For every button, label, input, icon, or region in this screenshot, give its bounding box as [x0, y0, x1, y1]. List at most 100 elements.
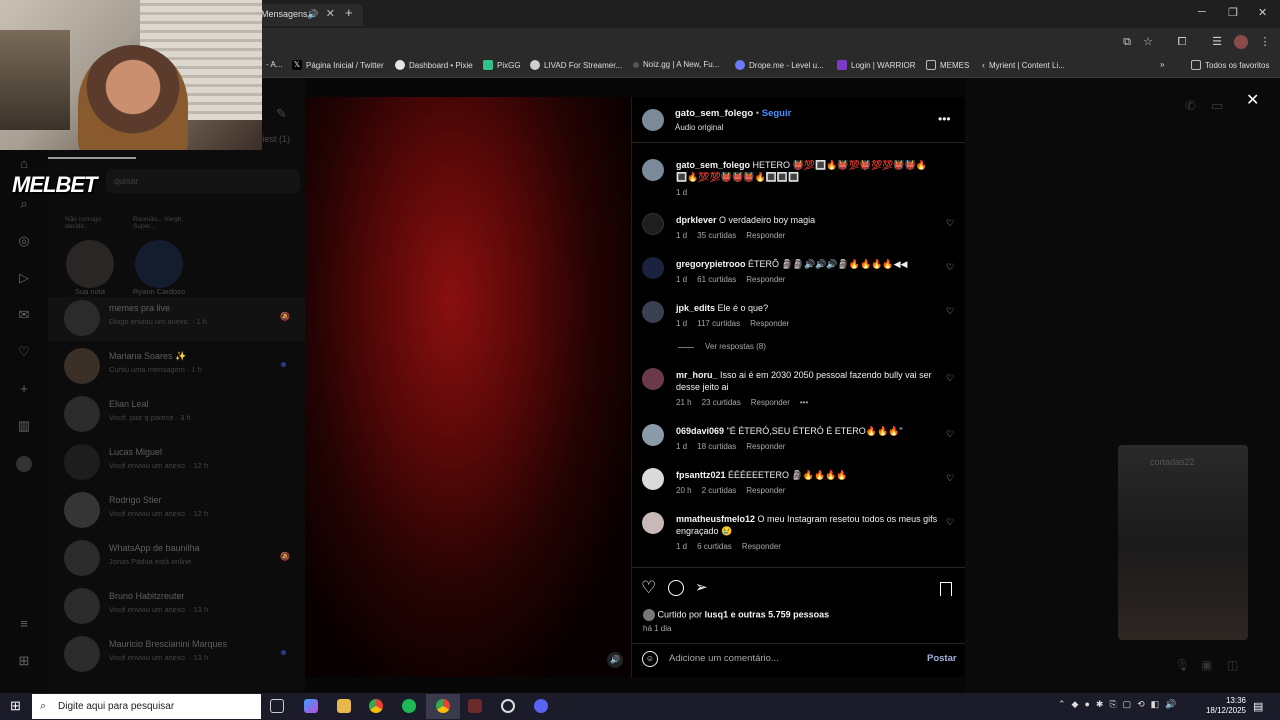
minimize-button[interactable]: ─	[1198, 6, 1206, 18]
note-avatar[interactable]	[66, 240, 114, 288]
comment-likes[interactable]: 61 curtidas	[697, 275, 736, 284]
comment-more-icon[interactable]: •••	[800, 398, 808, 407]
sticker-icon[interactable]: ◫	[1227, 658, 1238, 672]
conversation-item[interactable]: Elian Leal Você: pior q parece · 3 h	[64, 396, 294, 444]
more-bookmarks-button[interactable]: »	[1160, 60, 1164, 69]
conversation-item[interactable]: Mariana Soares ✨ Curtiu uma mensagem · 1…	[64, 348, 294, 396]
comment-likes[interactable]: 2 curtidas	[702, 486, 737, 495]
comment-avatar[interactable]	[642, 257, 664, 279]
post-button[interactable]: Postar	[927, 653, 957, 664]
apps-icon[interactable]: ⊞	[16, 653, 32, 669]
conversation-item[interactable]: Rodrigo Stier Você enviou um anexo. · 12…	[64, 492, 294, 540]
comment-avatar[interactable]	[642, 213, 664, 235]
view-replies-button[interactable]: Ver respostas (8)	[705, 342, 766, 351]
search-icon[interactable]: ⌕	[16, 196, 32, 212]
discord-icon[interactable]	[534, 699, 548, 713]
bookmark-pixie[interactable]: Dashboard • Pixie	[395, 60, 473, 70]
comment-input[interactable]: Adicione um comentário...	[669, 653, 779, 664]
bookmark-twitter[interactable]: 𝕏 Página Inicial / Twitter	[292, 60, 384, 70]
restore-button[interactable]: ❐	[1228, 6, 1238, 19]
dashboard-icon[interactable]: ▥	[16, 418, 32, 434]
volume-icon[interactable]: 🔊	[607, 652, 623, 668]
reply-button[interactable]: Responder	[746, 486, 785, 495]
audio-icon[interactable]: 🔊	[307, 4, 318, 24]
spotify-icon[interactable]	[402, 699, 416, 713]
like-comment-icon[interactable]: ♡	[946, 306, 954, 317]
reply-button[interactable]: Responder	[751, 398, 790, 407]
like-comment-icon[interactable]: ♡	[946, 218, 954, 229]
more-options-icon[interactable]: •••	[938, 112, 951, 126]
game-app-icon[interactable]	[468, 699, 482, 713]
comment-username[interactable]: mr_horu_	[676, 370, 718, 380]
liked-by-user[interactable]: lusq1	[705, 609, 729, 619]
author-username[interactable]: gato_sem_folego	[675, 108, 753, 119]
comment-username[interactable]: fpsanttz021	[676, 470, 726, 480]
comment-username[interactable]: mmatheusfmelo12	[676, 514, 755, 524]
save-icon[interactable]	[940, 582, 952, 596]
notifications-icon[interactable]: ▤	[1253, 700, 1263, 713]
follow-button[interactable]: Seguir	[762, 108, 792, 119]
reel-video[interactable]	[305, 97, 631, 677]
bookmark-memes[interactable]: MEMES	[926, 60, 969, 70]
comment-username[interactable]: 069davi069	[676, 426, 724, 436]
liked-by-others[interactable]: e outras 5.759 pessoas	[731, 609, 830, 619]
comment-username[interactable]: dprklever	[676, 215, 717, 225]
reply-button[interactable]: Responder	[742, 542, 781, 551]
image-icon[interactable]: ▣	[1201, 658, 1212, 672]
bookmark-myrient[interactable]: ‹ Myrient | Content Li...	[982, 60, 1065, 70]
obs-icon[interactable]	[501, 699, 515, 713]
reading-list-icon[interactable]: ☰	[1210, 35, 1224, 49]
profile-avatar[interactable]	[16, 456, 32, 472]
cast-icon[interactable]: ⧉	[1120, 35, 1134, 49]
bookmark-star-icon[interactable]: ☆	[1141, 35, 1155, 49]
dm-search-input[interactable]: quisar	[106, 169, 300, 193]
video-call-icon[interactable]: ▭	[1211, 98, 1223, 114]
like-comment-icon[interactable]: ♡	[946, 517, 954, 528]
compose-icon[interactable]: ✎	[276, 106, 287, 122]
taskbar-clock[interactable]: 13:36 18/12/2025	[1196, 696, 1246, 716]
comment-avatar[interactable]	[642, 424, 664, 446]
task-view-icon[interactable]	[270, 699, 284, 713]
reply-button[interactable]: Responder	[750, 319, 789, 328]
like-comment-icon[interactable]: ♡	[946, 373, 954, 384]
messenger-icon[interactable]: ✉	[16, 307, 32, 323]
home-icon[interactable]: ⌂	[16, 156, 32, 172]
comment-username[interactable]: gregorypietrooo	[676, 259, 746, 269]
explore-icon[interactable]: ◎	[16, 233, 32, 249]
comment-likes[interactable]: 18 curtidas	[697, 442, 736, 451]
phone-icon[interactable]: ✆	[1185, 98, 1196, 114]
close-modal-icon[interactable]: ✕	[1246, 90, 1259, 110]
new-tab-button[interactable]: +	[345, 5, 353, 20]
chrome-icon[interactable]	[369, 699, 383, 713]
like-comment-icon[interactable]: ♡	[946, 473, 954, 484]
author-avatar[interactable]	[642, 109, 664, 131]
caption-username[interactable]: gato_sem_folego	[676, 160, 750, 170]
comment-likes[interactable]: 23 curtidas	[702, 398, 741, 407]
conversation-item[interactable]: Lucas Miguel Você enviou um anexo. · 12 …	[64, 444, 294, 492]
conversation-item[interactable]: Bruno Habitzreuter Você enviou um anexo.…	[64, 588, 294, 636]
mic-icon[interactable]: 🎙	[1175, 658, 1190, 672]
author-avatar[interactable]	[642, 159, 664, 181]
like-comment-icon[interactable]: ♡	[946, 262, 954, 273]
comment-avatar[interactable]	[642, 512, 664, 534]
comment-avatar[interactable]	[642, 468, 664, 490]
file-explorer-icon[interactable]	[337, 699, 351, 713]
reels-icon[interactable]: ▷	[16, 270, 32, 286]
comment-likes[interactable]: 6 curtidas	[697, 542, 732, 551]
like-icon[interactable]: ♡	[641, 578, 656, 598]
extensions-icon[interactable]: ⧠	[1175, 35, 1189, 49]
profile-avatar[interactable]	[1234, 35, 1248, 49]
bookmark-pixgg[interactable]: PixGG	[483, 60, 521, 70]
like-comment-icon[interactable]: ♡	[946, 429, 954, 440]
bookmark-all[interactable]: Todos os favoritos	[1191, 60, 1269, 70]
windows-start-icon[interactable]: ⊞	[10, 699, 21, 713]
reply-button[interactable]: Responder	[746, 275, 785, 284]
copilot-icon[interactable]	[304, 699, 318, 713]
comment-likes[interactable]: 117 curtidas	[697, 319, 740, 328]
comment-likes[interactable]: 35 curtidas	[697, 231, 736, 240]
bookmark-item[interactable]: - A...	[266, 60, 282, 69]
comment-icon[interactable]	[668, 580, 684, 596]
reply-button[interactable]: Responder	[746, 231, 785, 240]
close-tab-icon[interactable]: ✕	[326, 4, 335, 24]
reply-button[interactable]: Responder	[746, 442, 785, 451]
